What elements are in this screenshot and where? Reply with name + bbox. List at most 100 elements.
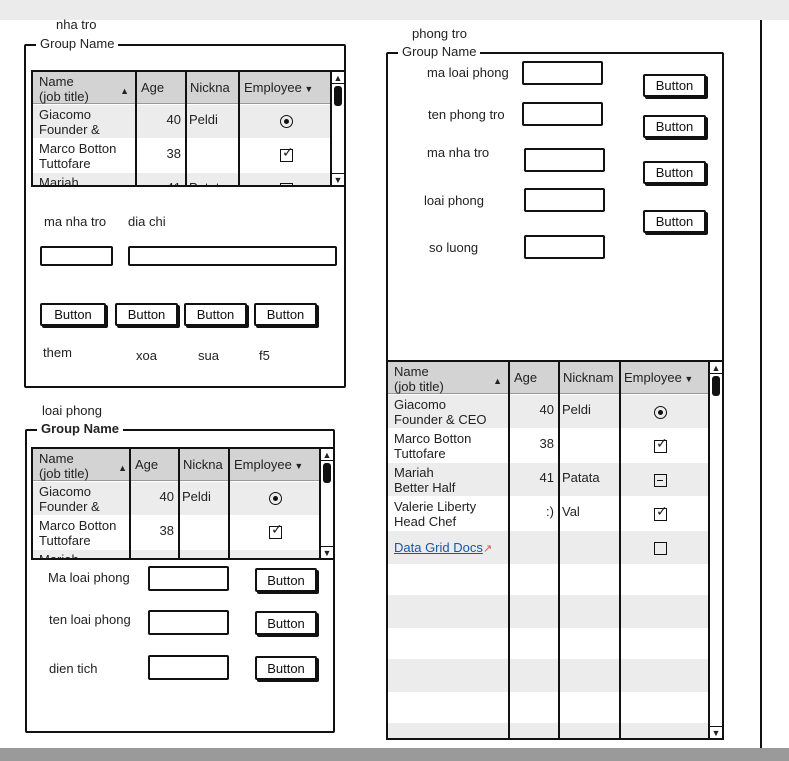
employee-checkbox[interactable]	[650, 540, 671, 560]
employee-radio[interactable]	[276, 113, 297, 133]
employee-checkbox[interactable]	[276, 181, 297, 185]
employee-checkbox[interactable]	[650, 504, 671, 526]
dien-tich-button[interactable]: Button	[255, 656, 317, 680]
cell-name: Marco Botton Tuttofare	[39, 518, 117, 548]
xoa-button[interactable]: Button	[115, 303, 178, 326]
label-ma-nha-tro: ma nha tro	[427, 145, 490, 160]
header-name[interactable]: Name (job title) ▲	[35, 449, 129, 481]
table-row	[388, 723, 710, 738]
header-age[interactable]: Age ▲▼	[137, 72, 185, 123]
header-age[interactable]: Age ▲▼	[510, 362, 558, 413]
column-divider	[558, 362, 560, 738]
checkbox-checked-icon	[280, 145, 294, 162]
link-text[interactable]: Data Grid Docs	[394, 540, 483, 555]
grid-header: Name (job title) ▲ Age ▲▼ Nickna Employe…	[33, 72, 332, 123]
vertical-scrollbar[interactable]: ▲ ▼	[708, 362, 722, 738]
table-row[interactable]: Mariah Better Half 41 Patata	[388, 463, 710, 496]
table-row[interactable]: Data Grid Docs↗	[388, 531, 710, 564]
external-link-icon: ↗	[482, 543, 493, 555]
column-divider	[228, 449, 230, 558]
scroll-thumb[interactable]	[712, 376, 720, 396]
button-4[interactable]: Button	[643, 210, 706, 233]
scroll-up-icon[interactable]: ▲	[710, 362, 722, 374]
table-row[interactable]: Mariah 41 Patata	[33, 173, 332, 187]
data-grid-phong-tro[interactable]: Name (job title) ▲ Age ▲▼ Nicknam Employ…	[386, 360, 724, 740]
header-nickname[interactable]: Nicknam	[559, 362, 619, 394]
table-row	[388, 627, 710, 660]
vertical-scrollbar[interactable]: ▲ ▼	[319, 449, 333, 558]
grid-header: Name (job title) ▲ Age ▲▼ Nicknam Employ…	[388, 362, 710, 413]
cell-name: Mariah Better Half	[394, 465, 456, 495]
data-grid-docs-link[interactable]: Data Grid Docs↗	[390, 531, 508, 566]
header-employee[interactable]: Employee ▼	[230, 449, 321, 481]
ma-nha-tro-input[interactable]	[40, 246, 113, 266]
label-dien-tich: dien tich	[49, 661, 98, 676]
sua-button[interactable]: Button	[184, 303, 247, 326]
table-row[interactable]: Marco Botton Tuttofare 38	[388, 429, 710, 462]
label-dia-chi: dia chi	[128, 214, 166, 229]
header-nickname[interactable]: Nickna	[179, 449, 229, 481]
scroll-down-icon[interactable]: ▼	[710, 726, 722, 738]
checkbox-checked-icon	[269, 522, 283, 539]
ma-loai-phong-button[interactable]: Button	[255, 568, 317, 592]
button-1[interactable]: Button	[643, 74, 706, 97]
label-ten-loai-phong: ten loai phong	[49, 612, 131, 627]
sort-asc-icon: ▲	[120, 86, 129, 96]
employee-radio[interactable]	[265, 490, 286, 510]
dien-tich-input[interactable]	[148, 655, 229, 680]
them-button[interactable]: Button	[40, 303, 106, 326]
scroll-thumb[interactable]	[323, 463, 331, 483]
scroll-up-icon[interactable]: ▲	[321, 449, 333, 461]
scroll-thumb[interactable]	[334, 86, 342, 106]
employee-checkbox[interactable]	[265, 522, 286, 544]
group-title: Group Name	[37, 421, 124, 437]
header-employee[interactable]: Employee ▼	[240, 72, 332, 104]
data-grid-loai-phong[interactable]: Name (job title) ▲ Age ▲▼ Nickna Employe…	[31, 447, 335, 560]
vertical-scrollbar[interactable]: ▲ ▼	[330, 72, 344, 185]
button-2[interactable]: Button	[643, 115, 706, 138]
cell-name: Mariah	[39, 175, 79, 187]
label-ma-loai-phong: ma loai phong	[427, 65, 509, 80]
header-employee[interactable]: Employee ▼	[620, 362, 710, 394]
table-row[interactable]: Giacomo Founder & 40 Peldi	[33, 482, 321, 515]
button-3[interactable]: Button	[643, 161, 706, 184]
cell-nickname: Patata	[562, 470, 600, 485]
employee-checkbox[interactable]	[650, 436, 671, 458]
data-grid-nha-tro[interactable]: Name (job title) ▲ Age ▲▼ Nickna Employe…	[31, 70, 346, 187]
cell-nickname: Val	[562, 504, 580, 519]
header-name[interactable]: Name (job title) ▲	[35, 72, 135, 104]
scroll-down-icon[interactable]: ▼	[321, 546, 333, 558]
table-row[interactable]: Giacomo Founder & CEO 40 Peldi	[388, 395, 710, 428]
f5-button[interactable]: Button	[254, 303, 317, 326]
employee-radio[interactable]	[650, 404, 671, 424]
header-age-label: Age	[514, 370, 538, 385]
sort-asc-icon: ▲	[118, 463, 127, 473]
header-name[interactable]: Name (job title) ▲	[390, 362, 508, 394]
scroll-down-icon[interactable]: ▼	[332, 173, 344, 185]
table-row[interactable]: Marco Botton Tuttofare 38	[33, 516, 321, 549]
header-nickname[interactable]: Nickna	[186, 72, 238, 104]
loai-phong-input[interactable]	[524, 188, 605, 212]
ma-nha-tro-input[interactable]	[524, 148, 605, 172]
employee-checkbox[interactable]	[276, 145, 297, 167]
header-name-label: Name (job title)	[394, 364, 444, 394]
table-row[interactable]: Marco Botton Tuttofare 38	[33, 139, 332, 172]
cell-nickname: Peldi	[562, 402, 591, 417]
employee-checkbox[interactable]	[650, 472, 671, 492]
ten-loai-phong-button[interactable]: Button	[255, 611, 317, 635]
scroll-up-icon[interactable]: ▲	[332, 72, 344, 84]
so-luong-input[interactable]	[524, 235, 605, 259]
cell-age: 41	[137, 173, 185, 185]
table-row[interactable]: Valerie Liberty Head Chef :) Val	[388, 497, 710, 530]
table-row[interactable]: Giacomo Founder & 40 Peldi	[33, 105, 332, 138]
ma-loai-phong-input[interactable]	[148, 566, 229, 591]
cell-nickname: Peldi	[182, 489, 211, 504]
cell-name: Giacomo Founder & CEO	[394, 397, 487, 427]
ten-loai-phong-input[interactable]	[148, 610, 229, 635]
header-age[interactable]: Age ▲▼	[131, 449, 178, 500]
dia-chi-input[interactable]	[128, 246, 337, 266]
label-ten-phong-tro: ten phong tro	[428, 107, 505, 122]
ten-phong-tro-input[interactable]	[522, 102, 603, 126]
table-row[interactable]: Mariah	[33, 550, 321, 558]
ma-loai-phong-input[interactable]	[522, 61, 603, 85]
